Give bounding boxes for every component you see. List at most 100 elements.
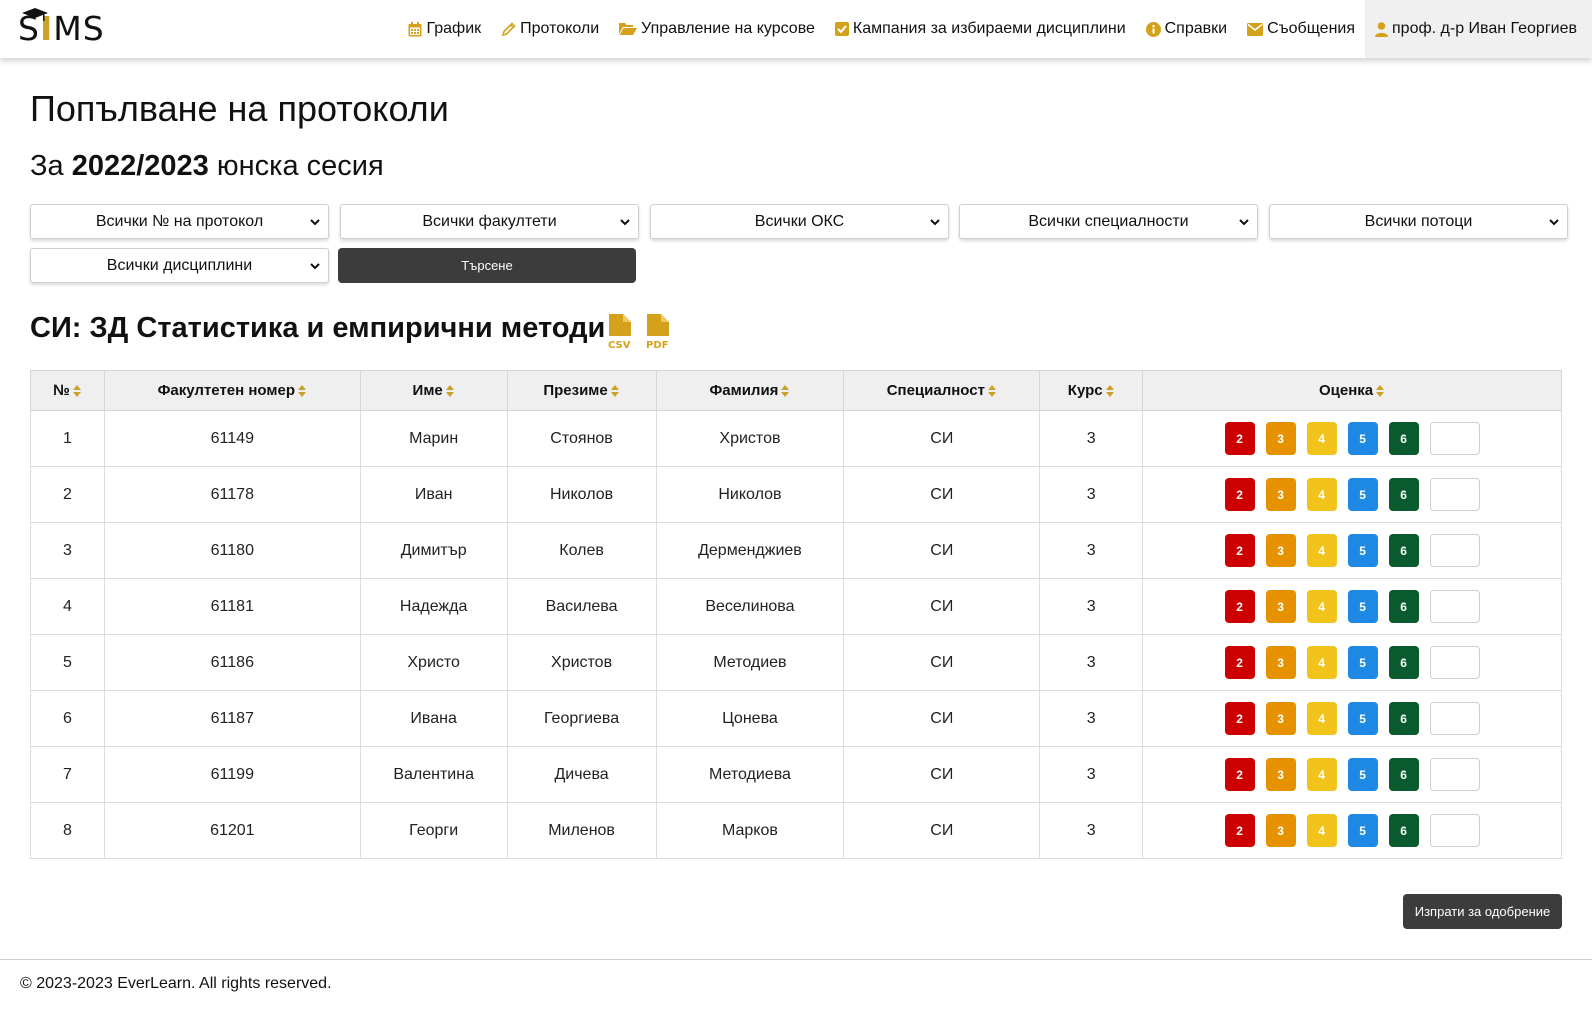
grade-4-button[interactable]: 4 — [1306, 590, 1337, 623]
grade-2-button[interactable]: 2 — [1224, 478, 1255, 511]
grade-cell: 23456 — [1142, 522, 1562, 579]
grade-input[interactable] — [1429, 534, 1480, 567]
table-row: 2 61178 Иван Николов Николов СИ 3 2 3 4 5 6 — [30, 466, 1562, 523]
middle-name-cell: Миленов — [506, 802, 657, 859]
pdf-file-icon[interactable]: PDF — [645, 314, 677, 350]
select-value: Всички дисциплини — [106, 256, 253, 274]
grade-6-button[interactable]: 6 — [1388, 422, 1419, 455]
grade-5-button[interactable]: 5 — [1347, 702, 1378, 735]
grade-input[interactable] — [1429, 702, 1480, 735]
sort-icon[interactable] — [297, 384, 307, 398]
nav-item-elective-campaign[interactable]: Кампания за избираеми дисциплини — [825, 0, 1136, 58]
grade-5-button[interactable]: 5 — [1347, 478, 1378, 511]
grade-5-button[interactable]: 5 — [1347, 814, 1378, 847]
last-name-cell: Веселинова — [655, 578, 845, 635]
nav-item-user-profile[interactable]: проф. д-р Иван Георгиев — [1365, 0, 1592, 58]
column-header[interactable]: Презиме — [506, 370, 657, 411]
column-header[interactable]: Име — [359, 370, 508, 411]
course-cell: 3 — [1039, 802, 1144, 859]
column-header[interactable]: Оценка — [1142, 370, 1562, 411]
specialty-cell: СИ — [843, 634, 1041, 691]
grade-5-button[interactable]: 5 — [1347, 422, 1378, 455]
sort-icon[interactable] — [780, 384, 790, 398]
oks-select[interactable]: Всички ОКС — [650, 204, 949, 239]
nav-item-messages[interactable]: Съобщения — [1237, 0, 1365, 58]
grade-6-button[interactable]: 6 — [1388, 702, 1419, 735]
grade-input[interactable] — [1429, 814, 1480, 847]
stream-select[interactable]: Всички потоци — [1269, 204, 1568, 239]
nav-item-schedule[interactable]: График — [398, 0, 491, 58]
table-row: 3 61180 Димитър Колев Дерменджиев СИ 3 2 3 4 5 6 — [30, 522, 1562, 579]
grade-3-button[interactable]: 3 — [1265, 814, 1296, 847]
nav-item-protocols[interactable]: Протоколи — [491, 0, 609, 58]
sort-icon[interactable] — [610, 384, 620, 398]
grade-input[interactable] — [1429, 646, 1480, 679]
course-cell: 3 — [1039, 466, 1144, 523]
table-row: 7 61199 Валентина Дичева Методиева СИ 3 2 3 4 5 6 — [30, 746, 1562, 803]
grade-6-button[interactable]: 6 — [1388, 478, 1419, 511]
grade-4-button[interactable]: 4 — [1306, 702, 1337, 735]
select-value: Всички факултети — [422, 212, 557, 230]
grade-4-button[interactable]: 4 — [1306, 534, 1337, 567]
grade-5-button[interactable]: 5 — [1347, 758, 1378, 791]
search-button[interactable]: Търсене — [338, 248, 636, 283]
grade-2-button[interactable]: 2 — [1224, 702, 1255, 735]
grade-6-button[interactable]: 6 — [1388, 534, 1419, 567]
sort-icon[interactable] — [1375, 384, 1385, 398]
grade-5-button[interactable]: 5 — [1347, 590, 1378, 623]
sort-icon[interactable] — [1105, 384, 1115, 398]
column-header-label: Курс — [1067, 382, 1103, 399]
grade-2-button[interactable]: 2 — [1224, 814, 1255, 847]
column-header[interactable]: Факултетен номер — [103, 370, 361, 411]
sims-logo[interactable]: SIMS — [18, 6, 105, 50]
grade-3-button[interactable]: 3 — [1265, 478, 1296, 511]
nav-item-course-management[interactable]: Управление на курсове — [609, 0, 825, 58]
grade-4-button[interactable]: 4 — [1306, 478, 1337, 511]
sort-icon[interactable] — [72, 384, 82, 398]
column-header[interactable]: № — [30, 370, 105, 411]
column-header[interactable]: Специалност — [843, 370, 1041, 411]
chevron-down-icon — [620, 219, 630, 226]
grade-input[interactable] — [1429, 478, 1480, 511]
middle-name-cell: Василева — [506, 578, 657, 635]
specialty-cell: СИ — [843, 410, 1041, 467]
grade-picker: 23456 — [1143, 758, 1561, 791]
grade-2-button[interactable]: 2 — [1224, 534, 1255, 567]
grade-2-button[interactable]: 2 — [1224, 758, 1255, 791]
grade-5-button[interactable]: 5 — [1347, 646, 1378, 679]
grade-input[interactable] — [1429, 758, 1480, 791]
grade-4-button[interactable]: 4 — [1306, 814, 1337, 847]
protocol-number-select[interactable]: Всички № на протокол — [30, 204, 329, 239]
grade-3-button[interactable]: 3 — [1265, 702, 1296, 735]
specialty-select[interactable]: Всички специалности — [959, 204, 1258, 239]
specialty-cell: СИ — [843, 578, 1041, 635]
column-header[interactable]: Курс — [1039, 370, 1144, 411]
grade-3-button[interactable]: 3 — [1265, 534, 1296, 567]
sort-icon[interactable] — [987, 384, 997, 398]
faculty-select[interactable]: Всички факултети — [340, 204, 639, 239]
grade-picker: 23456 — [1143, 590, 1561, 623]
send-for-approval-button[interactable]: Изпрати за одобрение — [1403, 894, 1562, 929]
grade-4-button[interactable]: 4 — [1306, 758, 1337, 791]
grade-6-button[interactable]: 6 — [1388, 758, 1419, 791]
grade-4-button[interactable]: 4 — [1306, 646, 1337, 679]
grade-3-button[interactable]: 3 — [1265, 646, 1296, 679]
grade-3-button[interactable]: 3 — [1265, 758, 1296, 791]
csv-file-icon[interactable]: CSV — [607, 314, 639, 350]
grade-6-button[interactable]: 6 — [1388, 814, 1419, 847]
column-header[interactable]: Фамилия — [655, 370, 845, 411]
grade-3-button[interactable]: 3 — [1265, 422, 1296, 455]
grade-input[interactable] — [1429, 590, 1480, 623]
grade-6-button[interactable]: 6 — [1388, 646, 1419, 679]
nav-item-reports[interactable]: Справки — [1136, 0, 1237, 58]
grade-2-button[interactable]: 2 — [1224, 590, 1255, 623]
discipline-select[interactable]: Всички дисциплини — [30, 248, 329, 283]
grade-5-button[interactable]: 5 — [1347, 534, 1378, 567]
grade-3-button[interactable]: 3 — [1265, 590, 1296, 623]
grade-2-button[interactable]: 2 — [1224, 422, 1255, 455]
sort-icon[interactable] — [445, 384, 455, 398]
grade-input[interactable] — [1429, 422, 1480, 455]
grade-2-button[interactable]: 2 — [1224, 646, 1255, 679]
grade-4-button[interactable]: 4 — [1306, 422, 1337, 455]
grade-6-button[interactable]: 6 — [1388, 590, 1419, 623]
